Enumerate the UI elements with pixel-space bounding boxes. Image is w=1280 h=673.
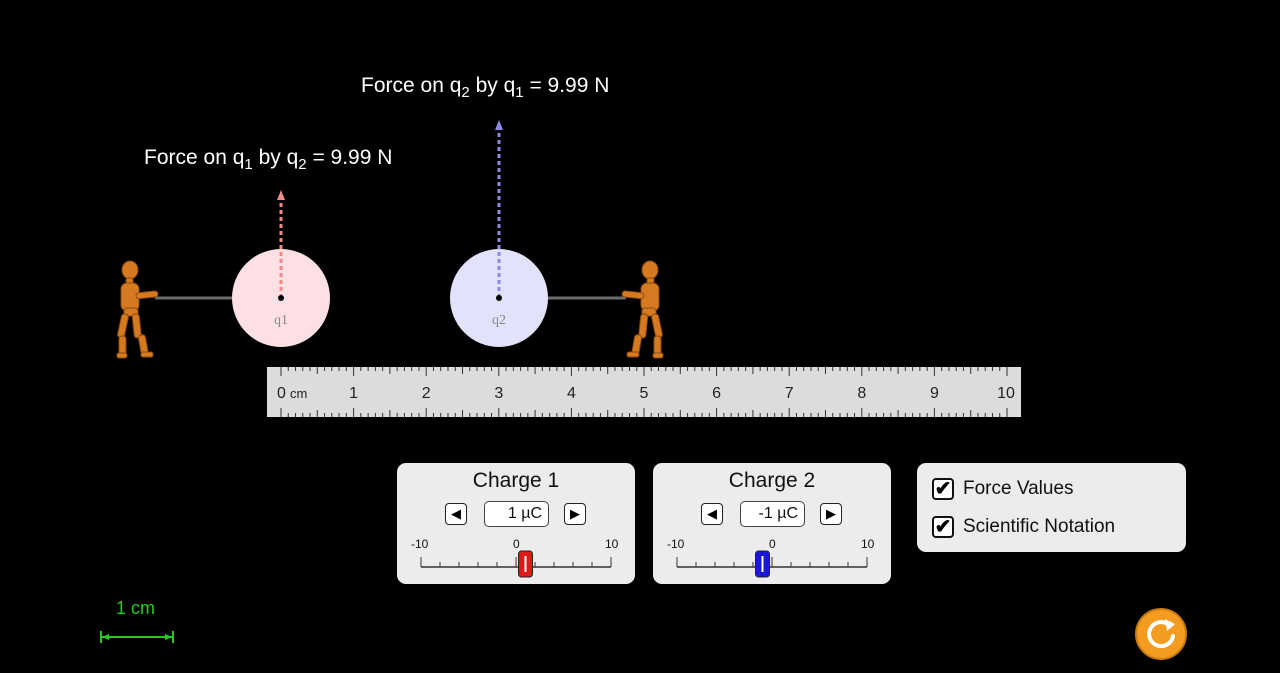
- charge2-decrement-button[interactable]: ◀: [701, 503, 723, 525]
- scientific-notation-option[interactable]: ✔ Scientific Notation: [932, 516, 1115, 538]
- options-panel: ✔ Force Values ✔ Scientific Notation: [917, 463, 1186, 552]
- charge-center-q2: [496, 295, 502, 301]
- ruler-tick-label: 0: [277, 385, 286, 402]
- ruler-tick-label: 2: [422, 385, 431, 402]
- scientific-notation-label: Scientific Notation: [963, 516, 1116, 537]
- charge2-slider[interactable]: [671, 549, 875, 579]
- ruler-tick-label: 9: [930, 385, 939, 402]
- force-arrowhead-q1: [277, 190, 285, 200]
- ruler-tick-label: 3: [494, 385, 503, 402]
- charge1-value-field[interactable]: 1 µC: [484, 501, 549, 527]
- ruler-tick-label: 10: [997, 385, 1015, 402]
- ruler-tick-label: 5: [640, 385, 649, 402]
- charge1-increment-button[interactable]: ▶: [564, 503, 586, 525]
- checkmark-icon: ✔: [934, 516, 952, 538]
- charge1-slider[interactable]: [415, 549, 619, 579]
- reset-icon: [1135, 608, 1187, 660]
- ruler-tick-label: 7: [785, 385, 794, 402]
- reset-button[interactable]: [1134, 607, 1188, 661]
- ruler[interactable]: 0 cm 1 2 3 4 5 6 7 8 9 10: [267, 367, 1021, 417]
- checkmark-icon: ✔: [934, 478, 952, 500]
- ruler-unit-label: cm: [290, 386, 307, 401]
- charge-label-q2: q2: [492, 313, 506, 328]
- charge1-decrement-button[interactable]: ◀: [445, 503, 467, 525]
- puller-figure-right[interactable]: [621, 260, 664, 359]
- charge1-panel: Charge 1 ◀ 1 µC ▶ -10 0 10: [397, 463, 635, 584]
- charge2-title: Charge 2: [728, 469, 816, 492]
- charge1-title: Charge 1: [472, 469, 560, 492]
- force-values-checkbox[interactable]: ✔: [932, 478, 954, 500]
- charge2-panel: Charge 2 ◀ -1 µC ▶ -10 0 10: [653, 463, 891, 584]
- scale-bar: [100, 631, 174, 643]
- force-values-option[interactable]: ✔ Force Values: [932, 478, 1074, 500]
- puller-figure-left[interactable]: [116, 260, 159, 359]
- ruler-tick-label: 1: [349, 385, 358, 402]
- force-values-label: Force Values: [963, 478, 1074, 499]
- scale-bar-label: 1 cm: [116, 598, 156, 618]
- force-arrowhead-q2: [495, 120, 503, 130]
- ruler-tick-label: 8: [857, 385, 866, 402]
- ruler-tick-label: 6: [712, 385, 721, 402]
- charge-label-q1: q1: [274, 313, 288, 328]
- charge-center-q1: [278, 295, 284, 301]
- scientific-notation-checkbox[interactable]: ✔: [932, 516, 954, 538]
- simulation-scene: q1 q2 0 cm 1 2 3 4 5 6 7 8 9 10: [116, 120, 1021, 417]
- charge2-increment-button[interactable]: ▶: [820, 503, 842, 525]
- ruler-tick-label: 4: [567, 385, 576, 402]
- charge2-value-field[interactable]: -1 µC: [740, 501, 805, 527]
